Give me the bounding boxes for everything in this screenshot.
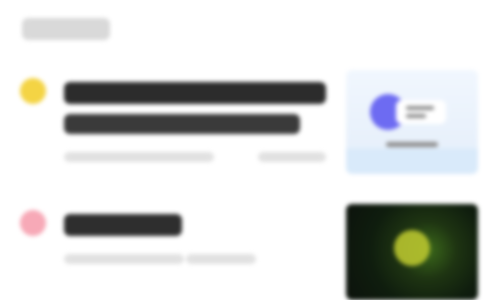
news-card-1-title-line-1[interactable] [64, 82, 326, 104]
news-card-2-meta-left [64, 254, 184, 264]
news-card-1-title-line-2[interactable] [64, 114, 300, 134]
alert-dot-icon [20, 210, 46, 236]
news-card-2[interactable] [0, 196, 500, 300]
section-title [22, 18, 110, 40]
news-card-1-meta-right [258, 152, 326, 162]
news-card-1[interactable] [0, 62, 500, 174]
thumbnail-plate [396, 100, 446, 124]
thumbnail-plate-line-1 [406, 106, 434, 110]
thumbnail-plate-line-2 [406, 114, 426, 118]
news-card-1-thumbnail[interactable] [346, 70, 478, 174]
thumbnail-glow [394, 230, 430, 267]
section-title-text [22, 18, 110, 40]
thumbnail-subline [386, 142, 438, 147]
news-card-1-meta-left [64, 152, 214, 162]
page [0, 0, 500, 300]
news-card-2-title-line-1[interactable] [64, 214, 182, 236]
news-card-2-thumbnail[interactable] [346, 204, 478, 300]
info-dot-icon [20, 78, 46, 104]
news-card-2-meta-right [186, 254, 256, 264]
